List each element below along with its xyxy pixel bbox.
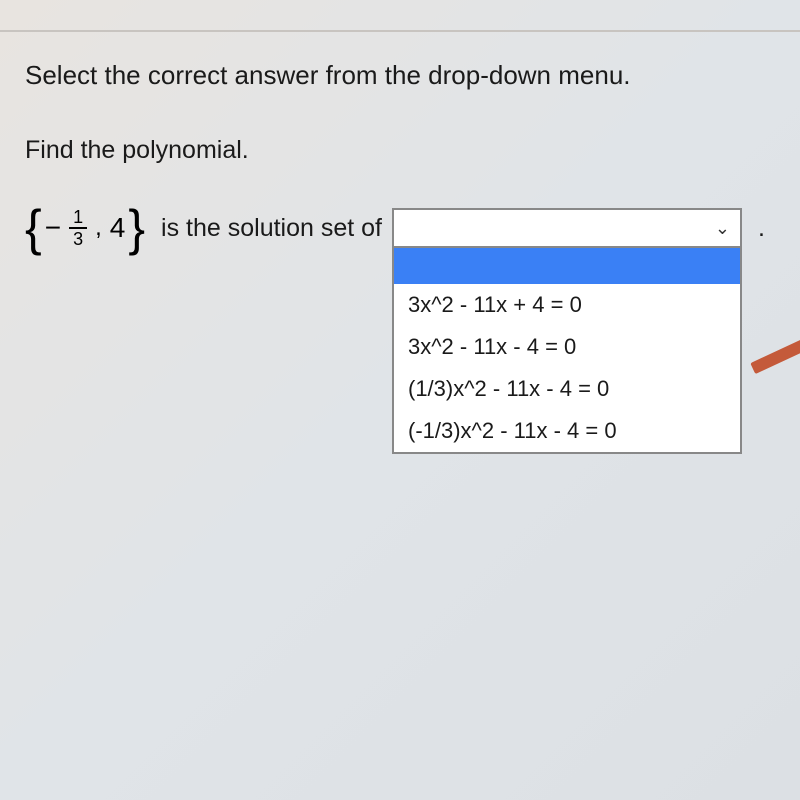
- dropdown-container: ⌄ 3x^2 - 11x + 4 = 0 3x^2 - 11x - 4 = 0 …: [392, 208, 742, 248]
- left-brace: {: [25, 203, 42, 253]
- fraction-denominator: 3: [69, 229, 87, 248]
- answer-dropdown[interactable]: ⌄: [392, 208, 742, 248]
- dropdown-option-4[interactable]: (-1/3)x^2 - 11x - 4 = 0: [394, 410, 740, 452]
- set-content: − 1 3 , 4: [42, 208, 129, 248]
- prompt-text: Find the polynomial.: [25, 136, 775, 165]
- pointer-annotation: [750, 338, 800, 374]
- divider: [0, 30, 800, 32]
- solution-set: { − 1 3 , 4 }: [25, 203, 145, 253]
- chevron-down-icon: ⌄: [715, 218, 730, 239]
- phrase-text: is the solution set of: [161, 214, 382, 243]
- dropdown-option-1[interactable]: 3x^2 - 11x + 4 = 0: [394, 284, 740, 326]
- fraction-numerator: 1: [69, 208, 87, 229]
- dropdown-option-3[interactable]: (1/3)x^2 - 11x - 4 = 0: [394, 368, 740, 410]
- fraction: 1 3: [69, 208, 87, 248]
- dropdown-option-2[interactable]: 3x^2 - 11x - 4 = 0: [394, 326, 740, 368]
- second-element: 4: [110, 212, 126, 244]
- right-brace: }: [128, 203, 145, 253]
- comma: ,: [95, 214, 102, 242]
- minus-sign: −: [45, 212, 61, 244]
- instruction-text: Select the correct answer from the drop-…: [25, 60, 775, 91]
- period: .: [758, 214, 765, 243]
- dropdown-list: 3x^2 - 11x + 4 = 0 3x^2 - 11x - 4 = 0 (1…: [392, 248, 742, 454]
- equation-row: { − 1 3 , 4 } is the solution set of ⌄ 3…: [25, 203, 775, 253]
- dropdown-option-blank[interactable]: [394, 248, 740, 284]
